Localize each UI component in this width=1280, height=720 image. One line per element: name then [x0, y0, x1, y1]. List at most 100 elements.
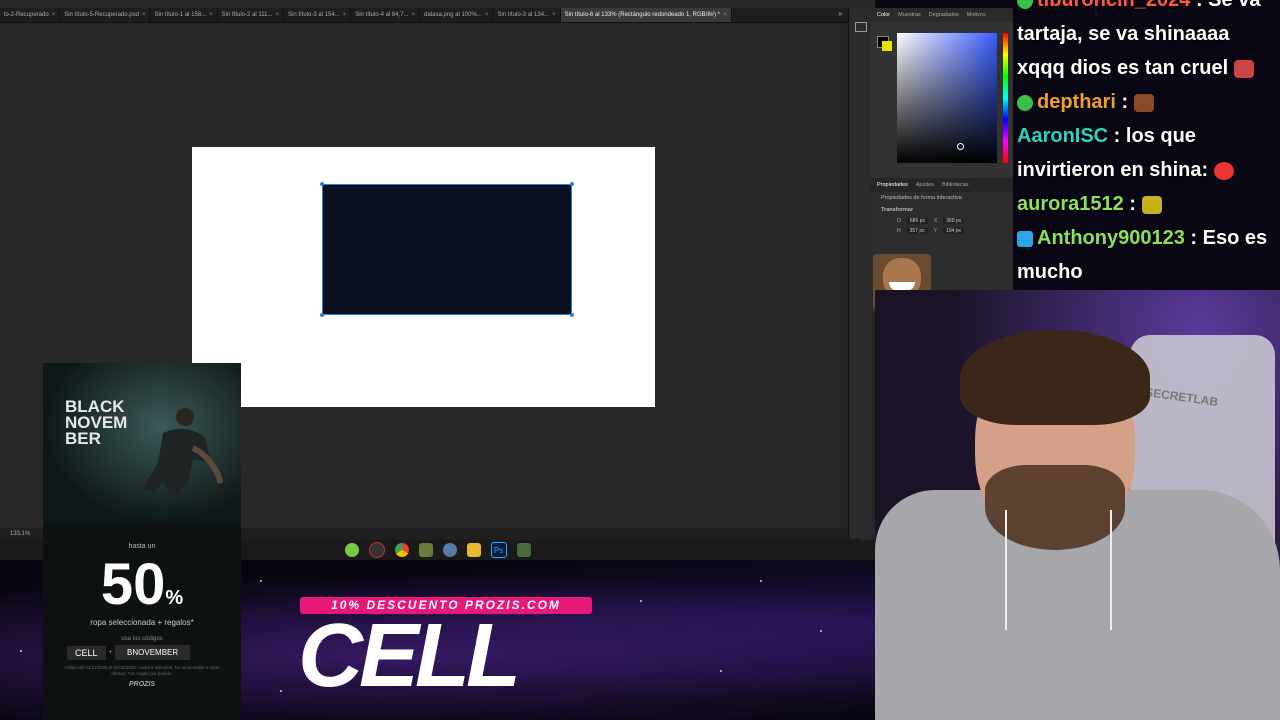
- transform-header[interactable]: Transformar: [871, 204, 1013, 216]
- ad-subtitle: ropa seleccionada + regalos*: [90, 618, 194, 627]
- chat-username[interactable]: Anthony900123: [1037, 227, 1185, 249]
- chat-message: AaronISC : los que invirtieron en shina:: [1013, 119, 1280, 187]
- zoom-level[interactable]: 133,1%: [10, 531, 30, 537]
- resize-handle[interactable]: [320, 182, 324, 186]
- tab-doc-5[interactable]: Sin título-4 al 84,7... ×: [351, 8, 421, 22]
- chat-username[interactable]: depthari: [1037, 91, 1116, 113]
- width-field[interactable]: 686 px: [906, 218, 928, 224]
- ad-use-codes: usa los códigos: [121, 636, 163, 642]
- chat-message: aurora1512 :: [1013, 187, 1280, 221]
- promo-code-text: CELL: [298, 606, 521, 706]
- app-icon[interactable]: [442, 543, 457, 557]
- tab-patterns[interactable]: Motivos: [967, 12, 986, 18]
- picker-cursor[interactable]: [957, 143, 964, 150]
- color-picker-field[interactable]: [897, 33, 997, 163]
- close-icon[interactable]: ×: [412, 12, 416, 18]
- tab-gradients[interactable]: Degradados: [929, 12, 959, 18]
- resize-handle[interactable]: [570, 182, 574, 186]
- star: [20, 650, 22, 652]
- star: [760, 580, 762, 582]
- close-icon[interactable]: ×: [552, 12, 556, 18]
- chat-badge-icon: [1017, 0, 1033, 9]
- close-icon[interactable]: ×: [485, 12, 489, 18]
- right-panels: Color Muestras Degradados Motivos Propie…: [871, 8, 1013, 290]
- close-icon[interactable]: ×: [275, 12, 279, 18]
- tab-swatches[interactable]: Muestras: [898, 12, 921, 18]
- tools-strip: [848, 8, 871, 538]
- tab-color[interactable]: Color: [877, 12, 890, 18]
- close-icon[interactable]: ×: [52, 12, 56, 18]
- document-tabs: lo-2-Recuperado × Sin título-5-Recuperado…: [0, 8, 850, 23]
- photoshop-icon[interactable]: Ps: [490, 542, 507, 558]
- color-panel-tabs: Color Muestras Degradados Motivos: [871, 8, 1013, 22]
- chat-message: tiburoncin_2024 : Se va tartaja, se va s…: [1013, 0, 1280, 85]
- properties-tabs: Propiedades Ajustes Bibliotecas: [871, 178, 1013, 192]
- ad-hasta: hasta un: [128, 543, 156, 550]
- tab-label: Sin título-3 al 134...: [497, 12, 550, 18]
- clown-emote-icon: [1213, 161, 1234, 180]
- x-label: X: [933, 218, 938, 224]
- tab-properties[interactable]: Propiedades: [877, 182, 908, 188]
- close-icon[interactable]: ×: [343, 12, 347, 18]
- rounded-rectangle-shape[interactable]: [320, 182, 574, 317]
- chat-message: depthari :: [1013, 85, 1280, 119]
- tab-adjustments[interactable]: Ajustes: [916, 182, 934, 188]
- tab-label: Sin título-2 al 111...: [221, 12, 273, 18]
- tab-doc-0[interactable]: lo-2-Recuperado ×: [0, 8, 61, 22]
- app-icon[interactable]: [516, 543, 531, 557]
- tab-doc-7[interactable]: Sin título-3 al 134... ×: [493, 8, 561, 22]
- close-icon[interactable]: ×: [142, 12, 146, 18]
- cube-badge-icon: [1017, 230, 1033, 247]
- tab-label: Sin título-6 al 133% (Rectángulo redonde…: [564, 12, 720, 18]
- app-icon[interactable]: [344, 543, 359, 557]
- ad-percent-sign: %: [165, 587, 184, 609]
- tab-label: Sin título-5-Recuperado.psd: [64, 12, 139, 18]
- tab-doc-1[interactable]: Sin título-5-Recuperado.psd ×: [60, 8, 151, 22]
- tab-label: Sin título-1 al 158...: [154, 12, 207, 18]
- resize-handle[interactable]: [570, 313, 574, 317]
- chrome-icon[interactable]: [394, 543, 409, 557]
- background-color-swatch[interactable]: [882, 41, 892, 51]
- chat-username[interactable]: AaronISC: [1017, 125, 1108, 147]
- chat-username[interactable]: tiburoncin_2024: [1037, 0, 1190, 11]
- ad-title: BLACK NOVEM BER: [65, 397, 128, 448]
- chat-message: Anthony900123 : Eso es mucho: [1017, 227, 1268, 283]
- x-field[interactable]: 360 px: [943, 218, 965, 224]
- emote-icon: [1233, 59, 1254, 78]
- sponsor-ad: BLACK NOVEM BER hasta un 50% ropa selecc…: [43, 363, 241, 720]
- app-icon[interactable]: [418, 543, 433, 557]
- folder-icon[interactable]: [466, 543, 481, 557]
- y-label: Y: [933, 228, 937, 234]
- chat-text: Se va tartaja, se va shinaaaa xqqq dios …: [1017, 0, 1261, 79]
- ad-discount: 50%: [43, 551, 241, 618]
- webcam-feed: SECRETLAB: [875, 290, 1280, 720]
- transform-row-1: O 686 px X 360 px: [871, 216, 1013, 226]
- close-icon[interactable]: ×: [723, 12, 727, 18]
- document-canvas[interactable]: [192, 147, 655, 407]
- more-tabs-icon[interactable]: »: [838, 9, 842, 18]
- transform-row-2: H 357 px Y 104 px: [871, 226, 1013, 236]
- close-icon[interactable]: ×: [209, 12, 213, 18]
- height-field[interactable]: 357 px: [906, 228, 928, 234]
- y-field[interactable]: 104 px: [942, 228, 964, 234]
- tab-doc-4[interactable]: Sin título-3 al 154... ×: [284, 8, 352, 22]
- tab-doc-2[interactable]: Sin título-1 al 158... ×: [150, 8, 218, 22]
- star: [260, 580, 262, 582]
- hue-slider[interactable]: [1003, 33, 1008, 163]
- tab-doc-3[interactable]: Sin título-2 al 111... ×: [218, 8, 284, 22]
- panel-toggle-icon[interactable]: [855, 22, 867, 32]
- vertical-scrollbar[interactable]: [840, 23, 848, 528]
- properties-title: Propiedades de forma interactiva: [881, 195, 962, 201]
- ad-code-bnovember: BNOVEMBER: [115, 645, 191, 660]
- resize-handle[interactable]: [320, 313, 324, 317]
- tab-doc-6[interactable]: dalasa.png al 100%... ×: [420, 8, 494, 22]
- chat-username[interactable]: aurora1512: [1017, 193, 1124, 215]
- earphone-cable: [1005, 510, 1007, 630]
- tab-label: dalasa.png al 100%...: [424, 12, 482, 18]
- athlete-image: [143, 408, 223, 498]
- obs-icon[interactable]: [368, 542, 385, 558]
- tab-doc-active[interactable]: Sin título-6 al 133% (Rectángulo redonde…: [560, 8, 732, 22]
- ad-fine-print: Válido del 01/11/2025 al 30/11/2025. Has…: [64, 665, 220, 676]
- tab-libraries[interactable]: Bibliotecas: [942, 182, 969, 188]
- ad-brand: PROZIS: [128, 681, 156, 688]
